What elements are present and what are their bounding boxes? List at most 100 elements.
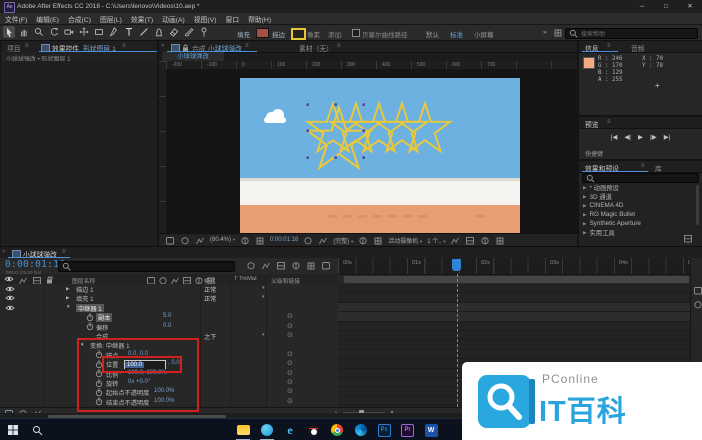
- start-button[interactable]: [6, 423, 20, 437]
- menu-item[interactable]: 编辑(E): [36, 14, 59, 24]
- stopwatch-icon[interactable]: [86, 322, 94, 331]
- pen-tool-icon[interactable]: [108, 26, 120, 38]
- pick-whip-icon[interactable]: ⊙: [287, 378, 293, 386]
- effects-category-row[interactable]: ▶3D 通道: [579, 192, 702, 201]
- twirl-icon[interactable]: ▶: [583, 212, 586, 218]
- tab-libraries[interactable]: 库: [655, 163, 662, 173]
- eye-icon[interactable]: [5, 305, 15, 311]
- effects-category-row[interactable]: ▶Synthetic Aperture: [579, 219, 702, 228]
- monitor-icon[interactable]: [180, 236, 190, 245]
- graph-editor-icon[interactable]: [321, 261, 331, 270]
- pixel-aspect-icon[interactable]: [450, 236, 460, 245]
- footage-panel-menu-icon[interactable]: ≡: [337, 43, 341, 49]
- track-row[interactable]: [338, 331, 690, 340]
- effects-panel-menu-icon[interactable]: ≡: [641, 163, 645, 169]
- pick-whip-icon[interactable]: ⊙: [287, 369, 293, 377]
- roto-brush-tool-icon[interactable]: [183, 26, 195, 38]
- eye-icon[interactable]: [5, 286, 15, 292]
- fill-color-swatch[interactable]: [256, 28, 269, 38]
- mask-icon[interactable]: [255, 236, 265, 245]
- transparency-icon[interactable]: [373, 236, 383, 245]
- viewer-status-text[interactable]: (完整) ▾: [333, 236, 353, 245]
- timeline-panel-menu-icon[interactable]: ≡: [62, 249, 66, 255]
- project-panel-menu-icon[interactable]: ≡: [25, 43, 29, 49]
- playhead-marker[interactable]: [452, 259, 461, 271]
- shape-tool-icon[interactable]: [93, 26, 105, 38]
- viewer-canvas-area[interactable]: [166, 69, 577, 233]
- comp-button[interactable]: [693, 300, 702, 309]
- panel-expander-icon[interactable]: «: [2, 249, 5, 255]
- timeline-time-ruler[interactable]: 00s01s02s03s04s05s: [338, 258, 690, 275]
- effects-category-row[interactable]: ▶* 动画预设: [579, 183, 702, 192]
- selection-handle[interactable]: [362, 156, 365, 159]
- selection-handle[interactable]: [334, 103, 337, 106]
- menu-item[interactable]: 帮助(H): [248, 14, 271, 24]
- timeline-search-input[interactable]: [58, 261, 235, 272]
- eraser-tool-icon[interactable]: [168, 26, 180, 38]
- fast-preview-icon[interactable]: [465, 236, 475, 245]
- info-panel-menu-icon[interactable]: ≡: [607, 43, 611, 49]
- menu-item[interactable]: 文件(F): [5, 14, 27, 24]
- effect-controls-menu-icon[interactable]: ≡: [122, 43, 126, 49]
- roi-icon[interactable]: [358, 236, 368, 245]
- twirl-icon[interactable]: ▶: [583, 230, 586, 236]
- viewer-status-text[interactable]: (80.4%) ▾: [210, 237, 235, 243]
- menu-item[interactable]: 视图(V): [194, 14, 217, 24]
- brush-tool-icon[interactable]: [138, 26, 150, 38]
- track-row[interactable]: [338, 350, 690, 359]
- menu-item[interactable]: 图层(L): [100, 14, 122, 24]
- viewer-horizontal-ruler[interactable]: -200-1000100200300400500600700: [166, 61, 577, 69]
- motion-blur-icon[interactable]: [306, 261, 316, 270]
- viewer-status-text[interactable]: 1 个.. ▾: [427, 236, 445, 245]
- work-area-bar[interactable]: [343, 275, 690, 284]
- snap-icon[interactable]: [165, 236, 175, 245]
- track-row[interactable]: [338, 312, 690, 321]
- track-row[interactable]: [338, 303, 690, 312]
- workspace-overflow-chevron[interactable]: »: [543, 29, 547, 36]
- track-row[interactable]: [338, 340, 690, 349]
- track-row[interactable]: [338, 293, 690, 302]
- composition-canvas[interactable]: [240, 78, 520, 233]
- effects-search-input[interactable]: [582, 173, 699, 183]
- qq-icon[interactable]: [307, 423, 321, 437]
- next-frame-button[interactable]: |▶: [650, 133, 657, 141]
- stroke-label[interactable]: 描边: [272, 29, 285, 39]
- internet-explorer-icon[interactable]: e: [283, 423, 297, 437]
- close-button[interactable]: ✕: [682, 1, 698, 12]
- selection-handle[interactable]: [306, 156, 309, 159]
- timeline-row[interactable]: 副本5.0⊙: [0, 312, 338, 321]
- play-button[interactable]: ▶: [638, 133, 643, 141]
- comp-mini-flowchart-icon[interactable]: [246, 261, 256, 270]
- shortcut-label[interactable]: 快捷键: [585, 149, 603, 158]
- preview-panel-menu-icon[interactable]: ≡: [607, 119, 611, 125]
- viewer-status-text[interactable]: 活动摄像机 ▾: [388, 236, 422, 245]
- word-icon[interactable]: W: [424, 423, 438, 437]
- edge-icon[interactable]: [354, 423, 368, 437]
- selection-handle[interactable]: [362, 129, 365, 132]
- puppet-pin-tool-icon[interactable]: [198, 26, 210, 38]
- menu-item[interactable]: 合成(C): [68, 14, 91, 24]
- current-timecode[interactable]: 0:00:01:16: [5, 259, 65, 270]
- last-frame-button[interactable]: ▶|: [664, 133, 671, 141]
- twirl-icon[interactable]: ▶: [583, 203, 586, 209]
- pick-whip-icon[interactable]: ⊙: [287, 331, 293, 339]
- fill-label[interactable]: 填充: [237, 29, 250, 39]
- column-divider[interactable]: [230, 284, 231, 407]
- workspace-item[interactable]: 默认: [426, 32, 439, 39]
- draft-3d-icon[interactable]: [261, 261, 271, 270]
- eye-icon[interactable]: [5, 295, 15, 301]
- effects-scrollbar[interactable]: [696, 185, 699, 225]
- selection-handle[interactable]: [334, 156, 337, 159]
- track-row[interactable]: [338, 322, 690, 331]
- pick-whip-icon[interactable]: ⊙: [287, 359, 293, 367]
- add-shape-label[interactable]: 添加:: [328, 29, 343, 39]
- previous-frame-button[interactable]: ◀|: [624, 133, 631, 141]
- panel-expander-icon[interactable]: «: [161, 43, 164, 49]
- timeline-row[interactable]: ▶描边 1正常▾: [0, 284, 338, 293]
- twirl-icon[interactable]: ▶: [66, 295, 69, 301]
- timeline-row[interactable]: ▼中继器 1: [0, 303, 338, 312]
- twirl-icon[interactable]: ▼: [66, 304, 70, 309]
- stopwatch-icon[interactable]: [86, 313, 94, 322]
- timeline-row[interactable]: ▶填充 1正常▾: [0, 293, 338, 302]
- track-row[interactable]: [338, 284, 690, 293]
